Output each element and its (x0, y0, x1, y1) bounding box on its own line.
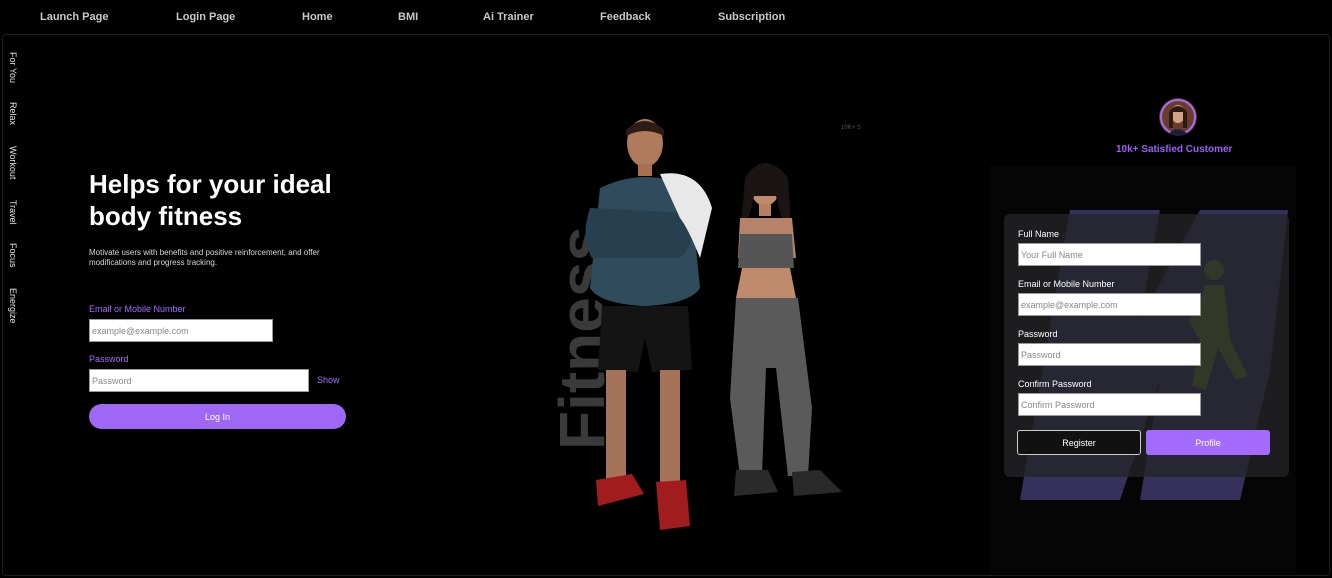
satisfied-customers-text: 10k+ Satisfied Customer (1116, 144, 1233, 155)
man-figure (585, 119, 712, 530)
nav-link-subscription[interactable]: Subscription (718, 11, 785, 23)
side-link-workout[interactable]: Workout (8, 146, 18, 179)
nav-link-ai-trainer[interactable]: Ai Trainer (483, 11, 534, 23)
show-password-toggle[interactable]: Show (317, 375, 340, 385)
profile-button[interactable]: Profile (1146, 430, 1270, 455)
login-password-input[interactable] (89, 369, 309, 392)
register-confirm-label: Confirm Password (1018, 379, 1092, 389)
register-confirm-input[interactable] (1018, 393, 1201, 416)
login-button[interactable]: Log In (89, 404, 346, 429)
nav-link-bmi[interactable]: BMI (398, 11, 418, 23)
nav-link-feedback[interactable]: Feedback (600, 11, 651, 23)
avatar-icon (1159, 98, 1197, 136)
register-password-label: Password (1018, 329, 1058, 339)
side-link-for-you[interactable]: For You (8, 52, 18, 83)
woman-figure (730, 163, 842, 496)
fitness-couple-image: Fitness (546, 119, 842, 530)
side-link-travel[interactable]: Travel (8, 200, 18, 225)
login-email-input[interactable] (89, 319, 273, 342)
customers-badge-small: 10K+ S (841, 125, 861, 131)
top-navigation: Launch Page Login Page Home BMI Ai Train… (0, 0, 1332, 34)
nav-link-login-page[interactable]: Login Page (176, 11, 235, 23)
hero-title: Helps for your ideal body fitness (89, 169, 332, 231)
login-password-label: Password (89, 354, 129, 364)
register-email-label: Email or Mobile Number (1018, 279, 1115, 289)
nav-link-home[interactable]: Home (302, 11, 333, 23)
hero-description: Motivate users with benefits and positiv… (89, 248, 320, 267)
nav-link-launch-page[interactable]: Launch Page (40, 11, 108, 23)
customer-avatar (1159, 98, 1197, 136)
side-link-relax[interactable]: Relax (8, 102, 18, 125)
register-button[interactable]: Register (1017, 430, 1141, 455)
register-password-input[interactable] (1018, 343, 1201, 366)
login-email-label: Email or Mobile Number (89, 304, 186, 314)
side-link-focus[interactable]: Focus (8, 243, 18, 268)
side-link-energize[interactable]: Energize (8, 288, 18, 324)
register-fullname-label: Full Name (1018, 229, 1060, 239)
register-email-input[interactable] (1018, 293, 1201, 316)
register-fullname-input[interactable] (1018, 243, 1201, 266)
